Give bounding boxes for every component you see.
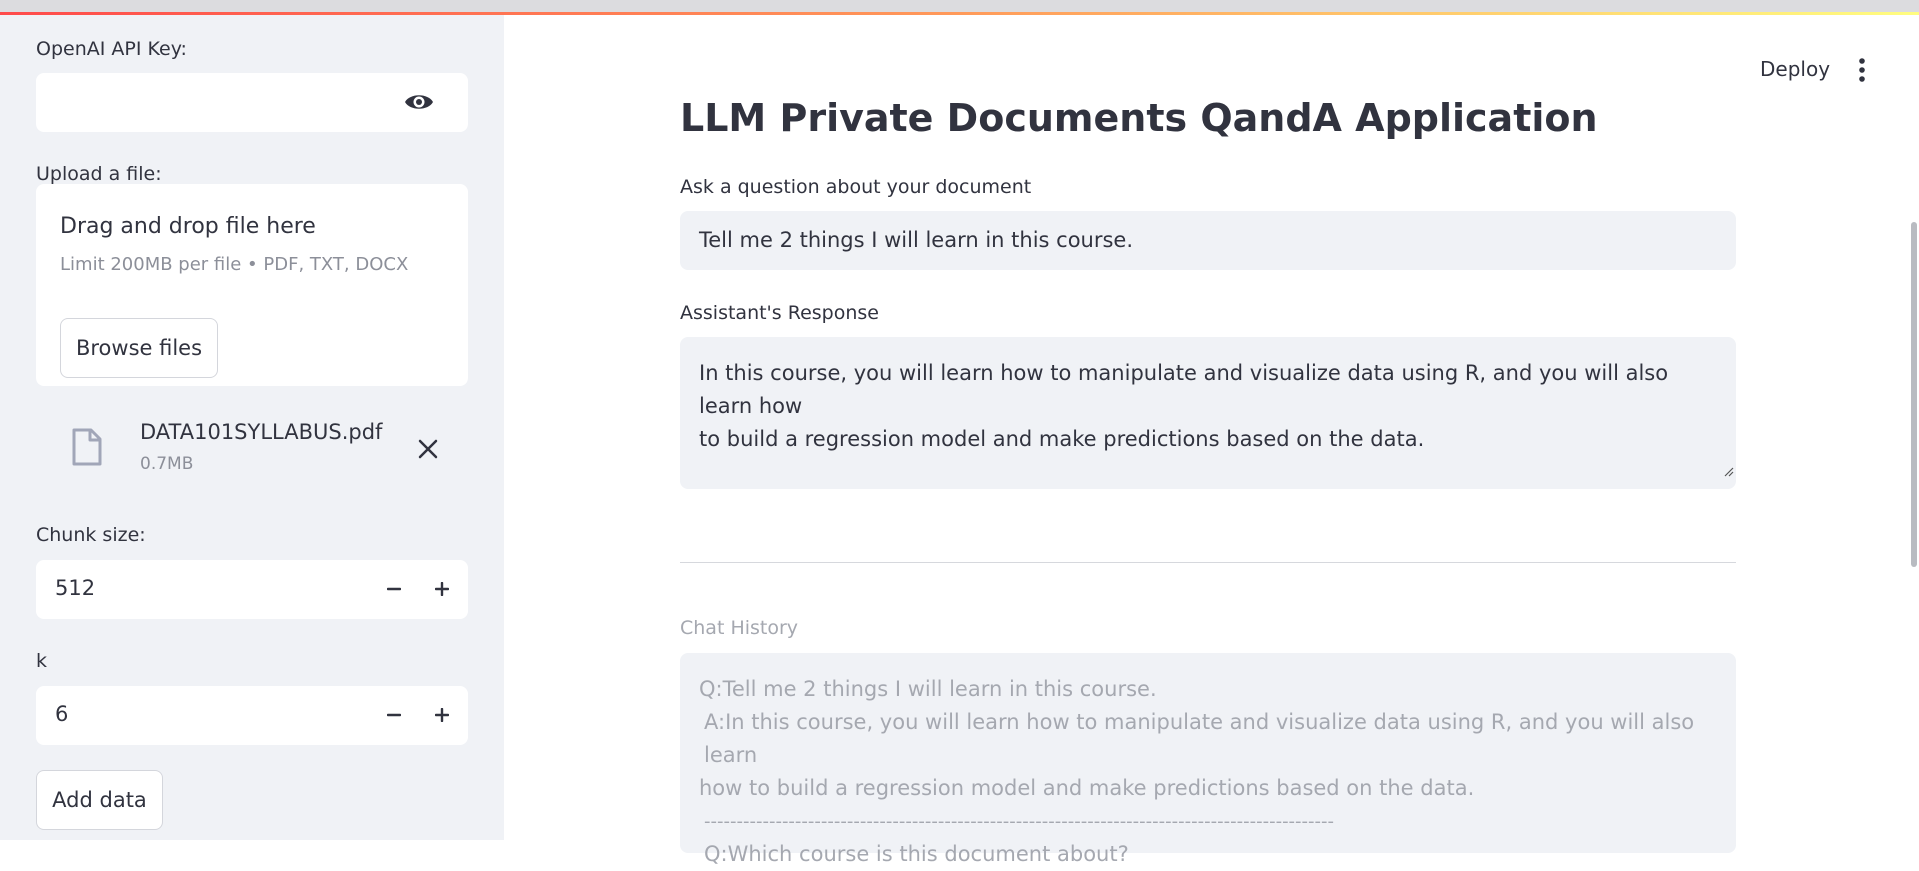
question-value: Tell me 2 things I will learn in this co… <box>699 228 1134 252</box>
top-decoration-bar <box>0 0 1919 15</box>
uploaded-file: DATA101SYLLABUS.pdf 0.7MB <box>36 410 468 480</box>
file-dropzone[interactable]: Drag and drop file here Limit 200MB per … <box>36 184 468 386</box>
plus-icon[interactable] <box>427 700 457 730</box>
k-value[interactable]: 6 <box>55 702 68 726</box>
accent-stripe <box>0 12 1919 15</box>
minus-icon[interactable] <box>379 574 409 604</box>
dropzone-title: Drag and drop file here <box>60 214 316 239</box>
minus-icon[interactable] <box>379 700 409 730</box>
close-icon[interactable] <box>418 439 438 463</box>
file-icon <box>72 428 102 470</box>
plus-icon[interactable] <box>427 574 457 604</box>
file-size: 0.7MB <box>140 454 194 474</box>
history-line: Q:Which course is this document about? <box>704 842 1129 866</box>
response-label: Assistant's Response <box>680 302 879 324</box>
upload-label: Upload a file: <box>36 163 162 185</box>
scrollbar[interactable] <box>1911 222 1917 567</box>
api-key-input[interactable] <box>36 73 468 132</box>
chat-history-textarea[interactable]: Q:Tell me 2 things I will learn in this … <box>680 653 1736 866</box>
add-data-button[interactable]: Add data <box>36 770 163 830</box>
response-textarea[interactable]: In this course, you will learn how to ma… <box>680 337 1736 489</box>
browse-files-button[interactable]: Browse files <box>60 318 218 378</box>
chat-history-label: Chat History <box>680 617 799 639</box>
history-line: how to build a regression model and make… <box>699 776 1475 800</box>
history-line: Q:Tell me 2 things I will learn in this … <box>699 677 1157 701</box>
response-line: to build a regression model and make pre… <box>699 427 1425 451</box>
k-stepper[interactable]: 6 <box>36 686 468 745</box>
chunk-size-label: Chunk size: <box>36 524 146 546</box>
resize-handle-icon[interactable] <box>1722 454 1734 487</box>
question-label: Ask a question about your document <box>680 176 1032 198</box>
api-key-label: OpenAI API Key: <box>36 38 187 60</box>
response-line: In this course, you will learn how to ma… <box>699 361 1669 418</box>
file-name: DATA101SYLLABUS.pdf <box>140 420 383 444</box>
chunk-size-value[interactable]: 512 <box>55 576 95 600</box>
dropzone-limit: Limit 200MB per file • PDF, TXT, DOCX <box>60 254 409 275</box>
page-title: LLM Private Documents QandA Application <box>680 96 1598 140</box>
divider <box>680 562 1736 563</box>
history-line: A:In this course, you will learn how to … <box>704 710 1695 767</box>
eye-icon[interactable] <box>404 90 434 118</box>
chunk-size-stepper[interactable]: 512 <box>36 560 468 619</box>
history-separator: ----------------------------------------… <box>704 811 1335 832</box>
question-input[interactable]: Tell me 2 things I will learn in this co… <box>680 211 1736 270</box>
kebab-menu-icon[interactable] <box>1852 57 1872 83</box>
deploy-button[interactable]: Deploy <box>1760 57 1830 81</box>
k-label: k <box>36 650 48 672</box>
